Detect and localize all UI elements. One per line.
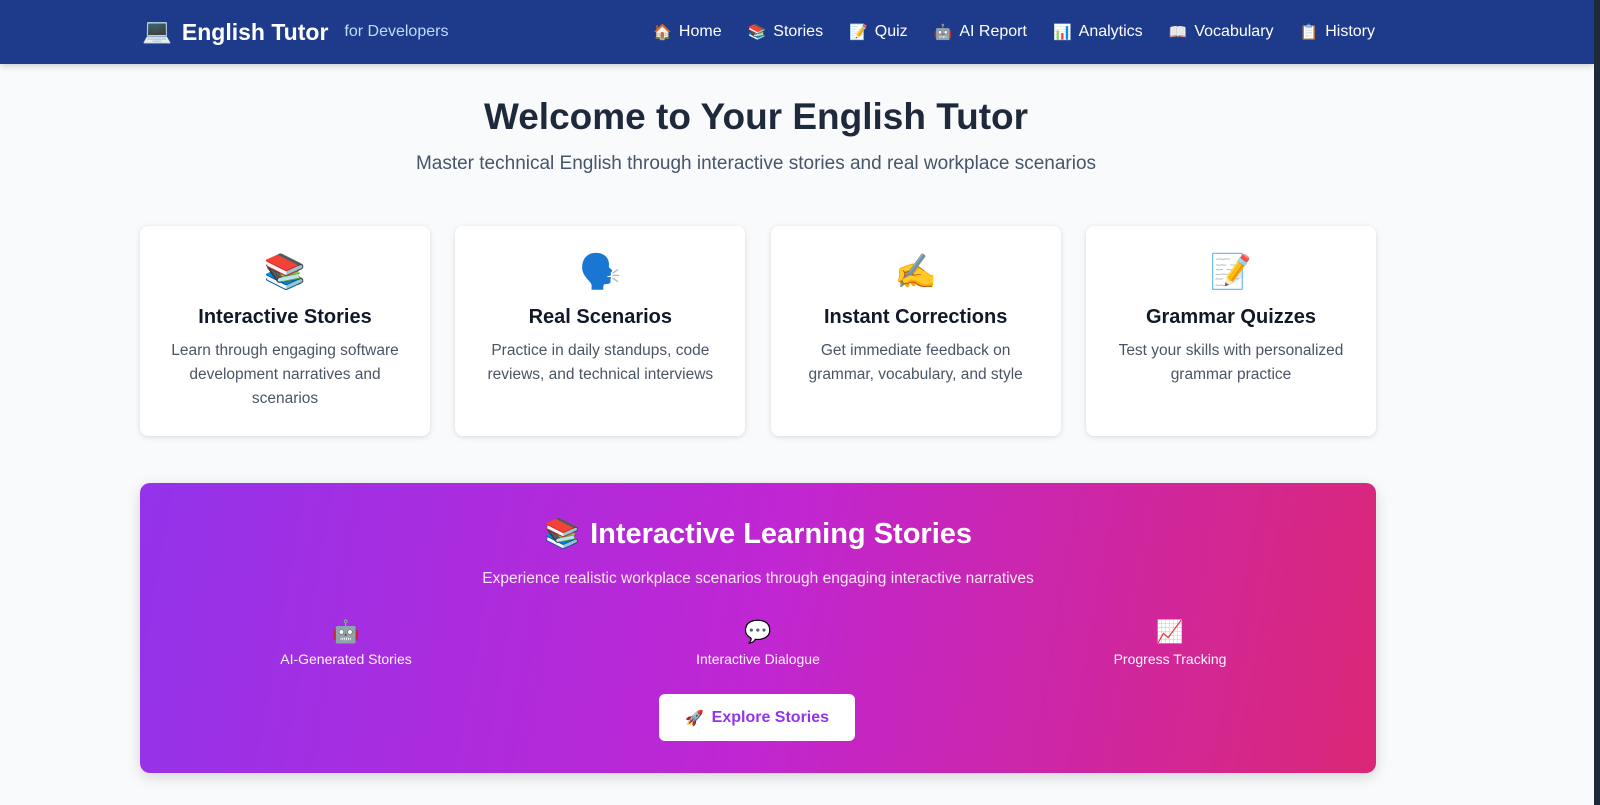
stories-banner: 📚 Interactive Learning Stories Experience…: [140, 483, 1376, 773]
feature-label: Progress Tracking: [1113, 651, 1227, 667]
nav-link-label: Vocabulary: [1194, 23, 1274, 40]
card-description: Learn through engaging software developm…: [171, 342, 399, 407]
writing-hand-icon: ✍️: [894, 253, 937, 291]
card-description: Practice in daily standups, code reviews…: [487, 342, 714, 383]
brand[interactable]: 💻 English Tutor for Developers: [142, 0, 448, 64]
nav-link-home[interactable]: 🏠 Home: [653, 23, 721, 41]
nav-link-label: Analytics: [1078, 23, 1143, 40]
books-icon: 📚: [747, 23, 767, 41]
nav-link-stories[interactable]: 📚 Stories: [748, 23, 823, 41]
banner-title: 📚 Interactive Learning Stories: [140, 517, 1376, 551]
feature-card-real-scenarios: 🗣️ Real Scenarios Practice in daily stan…: [455, 226, 746, 436]
card-description: Get immediate feedback on grammar, vocab…: [808, 342, 1023, 383]
nav-links: 🏠 Home 📚 Stories 📝 Quiz 🤖 AI Report 📊 An…: [653, 0, 1375, 64]
card-title: Real Scenarios: [528, 306, 673, 328]
nav-link-label: Stories: [773, 23, 824, 40]
nav-link-history[interactable]: 📋 History: [1300, 23, 1375, 41]
nav-link-analytics[interactable]: 📊 Analytics: [1053, 23, 1143, 41]
home-icon: 🏠: [653, 23, 672, 41]
banner-title-text: Interactive Learning Stories: [590, 518, 973, 550]
banner-features: 🤖 AI-Generated Stories 💬 Interactive Dia…: [140, 619, 1376, 667]
nav-link-ai-report[interactable]: 🤖 AI Report: [934, 23, 1027, 41]
books-icon: 📚: [263, 253, 307, 291]
books-icon: 📚: [543, 518, 581, 550]
feature-label: AI-Generated Stories: [280, 651, 412, 667]
clipboard-icon: 📋: [1299, 23, 1319, 41]
speaking-head-icon: 🗣️: [579, 253, 622, 291]
brand-title: English Tutor: [181, 18, 329, 45]
feature-interactive-dialogue: 💬 Interactive Dialogue: [552, 619, 964, 667]
bar-chart-icon: 📊: [1052, 23, 1072, 41]
rocket-icon: 🚀: [684, 709, 704, 727]
feature-cards: 📚 Interactive Stories Learn through enga…: [140, 226, 1376, 436]
feature-ai-generated-stories: 🤖 AI-Generated Stories: [140, 619, 552, 667]
robot-icon: 🤖: [332, 619, 360, 644]
explore-stories-label: Explore Stories: [711, 708, 830, 726]
top-navbar: 💻 English Tutor for Developers 🏠 Home 📚 …: [0, 0, 1594, 64]
card-description: Test your skills with personalized gramm…: [1118, 342, 1344, 383]
nav-link-label: AI Report: [959, 23, 1027, 40]
card-title: Interactive Stories: [198, 306, 372, 328]
laptop-icon: 💻: [142, 18, 172, 45]
chart-increasing-icon: 📈: [1156, 619, 1184, 644]
scrollbar[interactable]: [1594, 0, 1600, 805]
memo-icon: 📝: [1209, 253, 1253, 291]
feature-card-interactive-stories: 📚 Interactive Stories Learn through enga…: [140, 226, 430, 436]
feature-label: Interactive Dialogue: [696, 651, 820, 667]
feature-card-grammar-quizzes: 📝 Grammar Quizzes Test your skills with …: [1085, 226, 1376, 436]
robot-icon: 🤖: [933, 23, 953, 41]
nav-link-vocabulary[interactable]: 📖 Vocabulary: [1169, 23, 1274, 41]
explore-stories-button[interactable]: 🚀 Explore Stories: [659, 694, 855, 741]
feature-card-instant-corrections: ✍️ Instant Corrections Get immediate fee…: [770, 226, 1061, 436]
nav-link-label: Quiz: [874, 23, 908, 40]
page-subtitle: Master technical English through interac…: [415, 153, 1097, 174]
banner-subtitle: Experience realistic workplace scenarios…: [482, 570, 1034, 587]
nav-link-quiz[interactable]: 📝 Quiz: [849, 23, 908, 41]
page-title: Welcome to Your English Tutor: [483, 96, 1029, 137]
nav-link-label: Home: [678, 23, 722, 40]
card-title: Instant Corrections: [823, 306, 1008, 328]
memo-icon: 📝: [849, 23, 868, 41]
speech-bubble-icon: 💬: [744, 619, 772, 644]
brand-subtitle: for Developers: [344, 23, 449, 40]
nav-link-label: History: [1325, 23, 1375, 40]
open-book-icon: 📖: [1168, 23, 1188, 41]
feature-progress-tracking: 📈 Progress Tracking: [964, 619, 1376, 667]
card-title: Grammar Quizzes: [1145, 306, 1317, 328]
